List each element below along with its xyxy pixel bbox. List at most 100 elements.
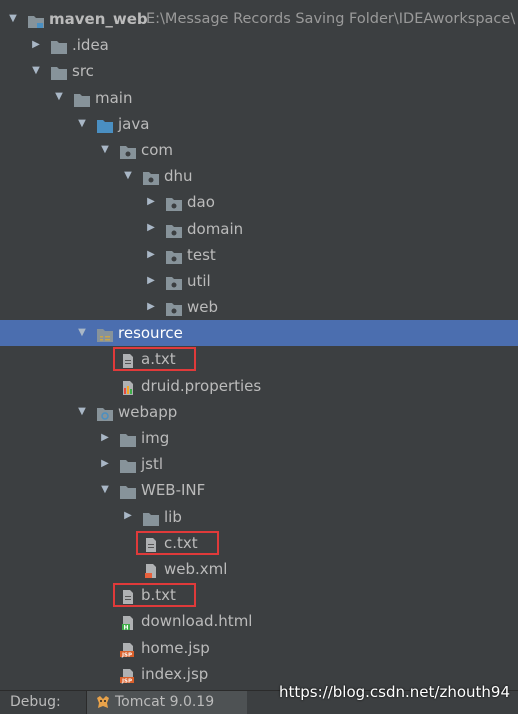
- watermark: https://blog.csdn.net/zhouth94: [279, 683, 510, 701]
- tree-item-label: WEB-INF: [141, 481, 206, 500]
- tree-row[interactable]: ▼ webapp: [0, 399, 518, 425]
- package-icon: [165, 247, 183, 264]
- chevron-down-icon[interactable]: ▼: [75, 320, 89, 346]
- folder-icon: [119, 430, 137, 447]
- jsp-file-icon: JSP: [119, 666, 137, 684]
- svg-text:JSP: JSP: [121, 652, 132, 658]
- tree-item-label: src: [72, 62, 94, 81]
- tree-row[interactable]: ▶ test: [0, 242, 518, 268]
- tree-row[interactable]: a.txt: [0, 346, 518, 372]
- tree-item-label: web: [187, 298, 219, 317]
- tree-item-label: resource: [118, 324, 183, 343]
- tree-item-label: dao: [187, 193, 215, 212]
- tree-row[interactable]: ▶ jstl: [0, 451, 518, 477]
- folder-icon: [119, 482, 137, 500]
- tab-tomcat[interactable]: Tomcat 9.0.19: [86, 691, 247, 714]
- chevron-right-icon[interactable]: ▶: [144, 294, 158, 320]
- chevron-down-icon[interactable]: ▼: [98, 137, 112, 163]
- html-file-icon: H: [119, 613, 137, 632]
- tree-item-label: .idea: [72, 36, 109, 55]
- chevron-right-icon[interactable]: ▶: [121, 504, 135, 530]
- tree-item-label: lib: [164, 507, 182, 526]
- chevron-right-icon[interactable]: ▶: [144, 268, 158, 294]
- tree-row[interactable]: ▼ src: [0, 58, 518, 84]
- tree-row[interactable]: ▶ img: [0, 425, 518, 451]
- xml-file-icon: [142, 561, 160, 578]
- chevron-down-icon[interactable]: ▼: [75, 399, 89, 425]
- tree-row[interactable]: JSP home.jsp: [0, 635, 518, 661]
- tree-row[interactable]: ▶ domain: [0, 216, 518, 242]
- module-icon: [27, 11, 45, 28]
- tree-item-label: druid.properties: [141, 376, 262, 395]
- resource-folder-icon: [96, 325, 114, 343]
- tree-item-label: com: [141, 140, 174, 159]
- tree-item-label: webapp: [118, 402, 178, 421]
- package-icon: [119, 142, 137, 159]
- tree-item-label: java: [118, 114, 150, 133]
- tomcat-icon: [97, 696, 109, 708]
- web-folder-icon: [96, 404, 114, 421]
- tree-item-label: index.jsp: [141, 664, 209, 683]
- jsp-file-icon: JSP: [119, 640, 137, 658]
- folder-icon: [119, 456, 137, 474]
- tree-row[interactable]: druid.properties: [0, 373, 518, 399]
- package-icon: [165, 194, 183, 212]
- chevron-down-icon[interactable]: ▼: [98, 477, 112, 503]
- source-folder-icon: [96, 116, 114, 133]
- tree-item-label: main: [95, 88, 133, 107]
- tree-item-label: download.html: [141, 612, 253, 631]
- folder-icon: [50, 37, 68, 55]
- tree-row[interactable]: ▼ java: [0, 111, 518, 137]
- tree-row[interactable]: web.xml: [0, 556, 518, 582]
- tree-row[interactable]: c.txt: [0, 530, 518, 556]
- tree-item-label: img: [141, 429, 170, 447]
- svg-text:H: H: [123, 625, 128, 632]
- chevron-right-icon[interactable]: ▶: [98, 451, 112, 477]
- highlight-box: [136, 530, 219, 555]
- folder-icon: [73, 90, 91, 107]
- tree-row[interactable]: Hdownload.html: [0, 608, 518, 634]
- chevron-right-icon[interactable]: ▶: [29, 32, 43, 58]
- debug-label: Debug:: [10, 694, 61, 710]
- chevron-right-icon[interactable]: ▶: [144, 189, 158, 215]
- folder-icon: [50, 63, 68, 81]
- tree-item-label: jstl: [141, 455, 164, 474]
- tree-row[interactable]: ▼ maven_web E:\Message Records Saving Fold…: [0, 6, 518, 32]
- chevron-down-icon[interactable]: ▼: [121, 163, 135, 189]
- tab-tomcat-label: Tomcat 9.0.19: [115, 694, 215, 710]
- tree-row[interactable]: ▶ .idea: [0, 32, 518, 58]
- highlight-box: [113, 583, 196, 608]
- chevron-down-icon[interactable]: ▼: [52, 85, 66, 111]
- package-icon: [165, 221, 183, 238]
- tree-row[interactable]: ▼ com: [0, 137, 518, 163]
- package-icon: [165, 273, 183, 290]
- tree-row[interactable]: ▼ WEB-INF: [0, 477, 518, 503]
- folder-icon: [142, 509, 160, 526]
- tree-row[interactable]: ▶ web: [0, 294, 518, 320]
- chevron-down-icon[interactable]: ▼: [75, 111, 89, 137]
- tree-row[interactable]: ▼ dhu: [0, 163, 518, 189]
- project-path: E:\Message Records Saving Folder\IDEAwor…: [146, 11, 516, 27]
- package-icon: [165, 299, 183, 317]
- chevron-down-icon[interactable]: ▼: [6, 6, 20, 32]
- tree-item-label: maven_web: [49, 10, 148, 28]
- tree-item-label: home.jsp: [141, 638, 210, 657]
- tree-row[interactable]: ▶ lib: [0, 504, 518, 530]
- tree-row[interactable]: ▶ util: [0, 268, 518, 294]
- highlight-box: [113, 347, 196, 372]
- tree-item-label: web.xml: [164, 559, 228, 578]
- tree-item-label: util: [187, 271, 211, 290]
- chevron-right-icon[interactable]: ▶: [98, 425, 112, 451]
- tree-item-label: domain: [187, 219, 244, 238]
- chevron-right-icon[interactable]: ▶: [144, 242, 158, 268]
- tree-row[interactable]: ▶ dao: [0, 189, 518, 215]
- chevron-down-icon[interactable]: ▼: [29, 58, 43, 84]
- chevron-right-icon[interactable]: ▶: [144, 216, 158, 242]
- project-tree: ▼ maven_web E:\Message Records Saving Fold…: [0, 6, 518, 687]
- tree-row[interactable]: b.txt: [0, 582, 518, 608]
- properties-file-icon: [119, 378, 137, 395]
- tree-row[interactable]: ▼ main: [0, 85, 518, 111]
- svg-text:JSP: JSP: [121, 678, 132, 684]
- tree-item-label: dhu: [164, 167, 193, 186]
- tree-row[interactable]: ▼ resource: [0, 320, 518, 347]
